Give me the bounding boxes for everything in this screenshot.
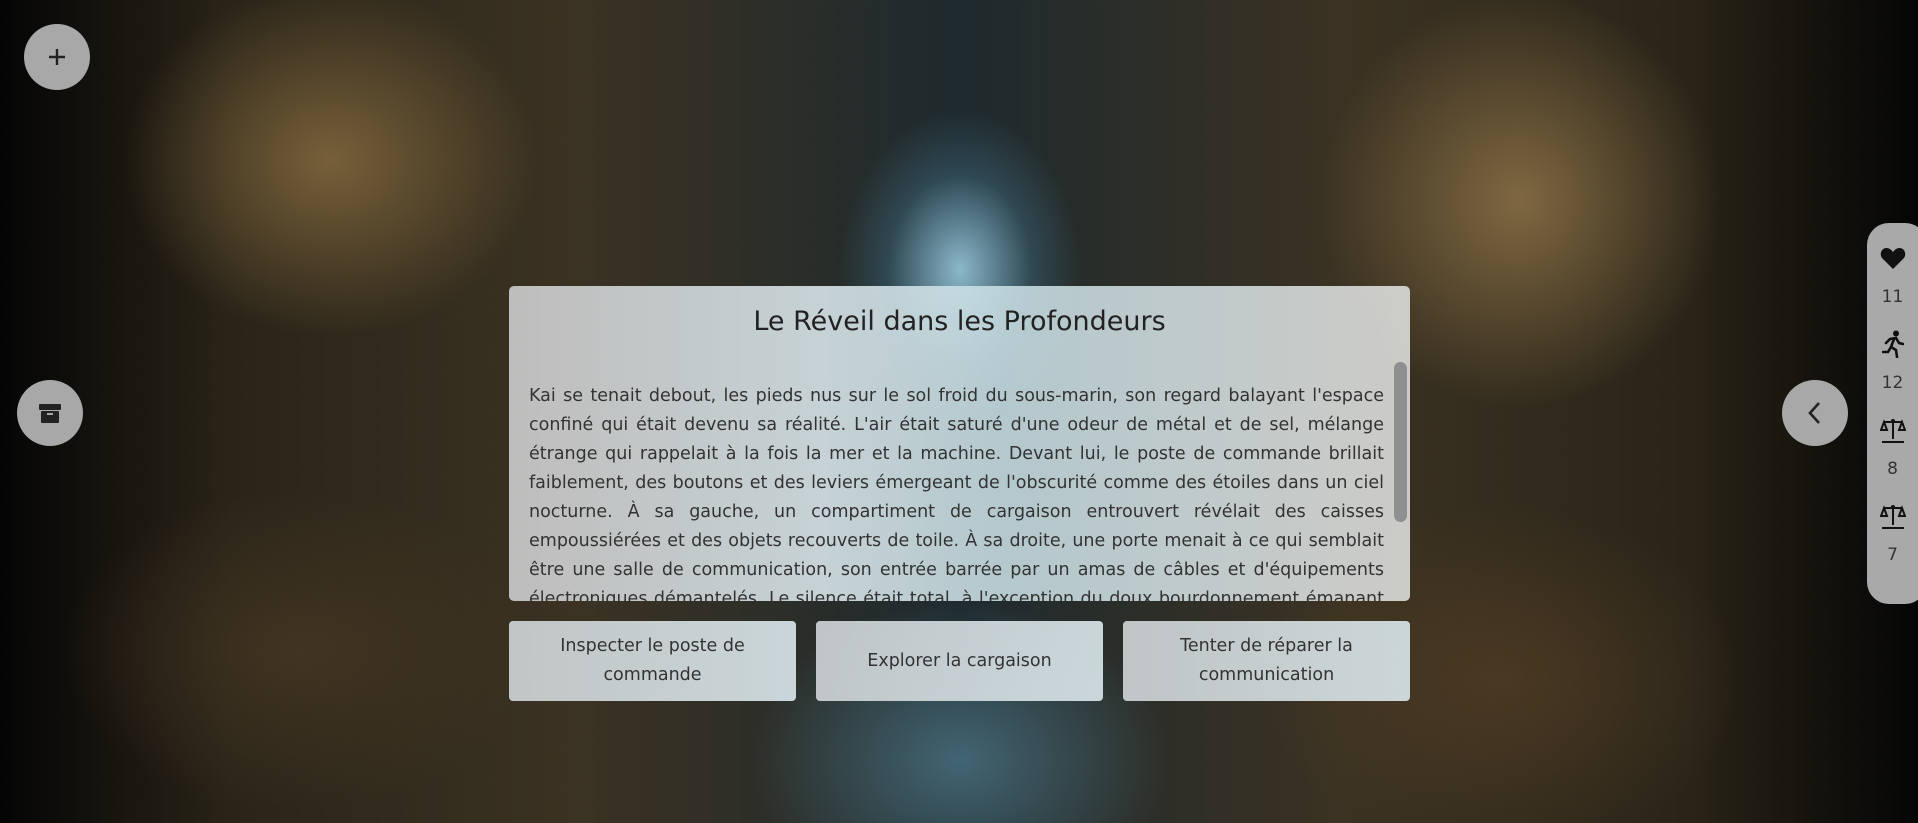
stats-sidebar: 11 12 8 7: [1867, 223, 1918, 604]
plus-icon: [49, 49, 65, 65]
choice-inspect-button[interactable]: Inspecter le poste de commande: [509, 621, 796, 701]
scales-icon: [1879, 415, 1906, 445]
running-icon: [1881, 329, 1904, 359]
back-button[interactable]: [1782, 380, 1848, 446]
choice-explore-button[interactable]: Explorer la cargaison: [816, 621, 1103, 701]
stat-balance-1: 8: [1887, 459, 1898, 479]
choice-repair-button[interactable]: Tenter de réparer la communication: [1123, 621, 1410, 701]
archive-button[interactable]: [17, 380, 83, 446]
stat-health: 11: [1881, 287, 1904, 307]
chevron-left-icon: [1808, 402, 1820, 424]
heart-icon: [1880, 243, 1906, 273]
archive-icon: [39, 404, 61, 423]
stat-balance-2: 7: [1887, 545, 1898, 565]
story-title: Le Réveil dans les Profondeurs: [753, 306, 1166, 337]
story-text: Kai se tenait debout, les pieds nus sur …: [529, 386, 1384, 601]
story-panel: Le Réveil dans les Profondeurs Kai se te…: [509, 286, 1410, 601]
scales-icon: [1879, 501, 1906, 531]
scrollbar[interactable]: [1394, 362, 1407, 522]
stat-agility: 12: [1881, 373, 1904, 393]
add-button[interactable]: [24, 24, 90, 90]
